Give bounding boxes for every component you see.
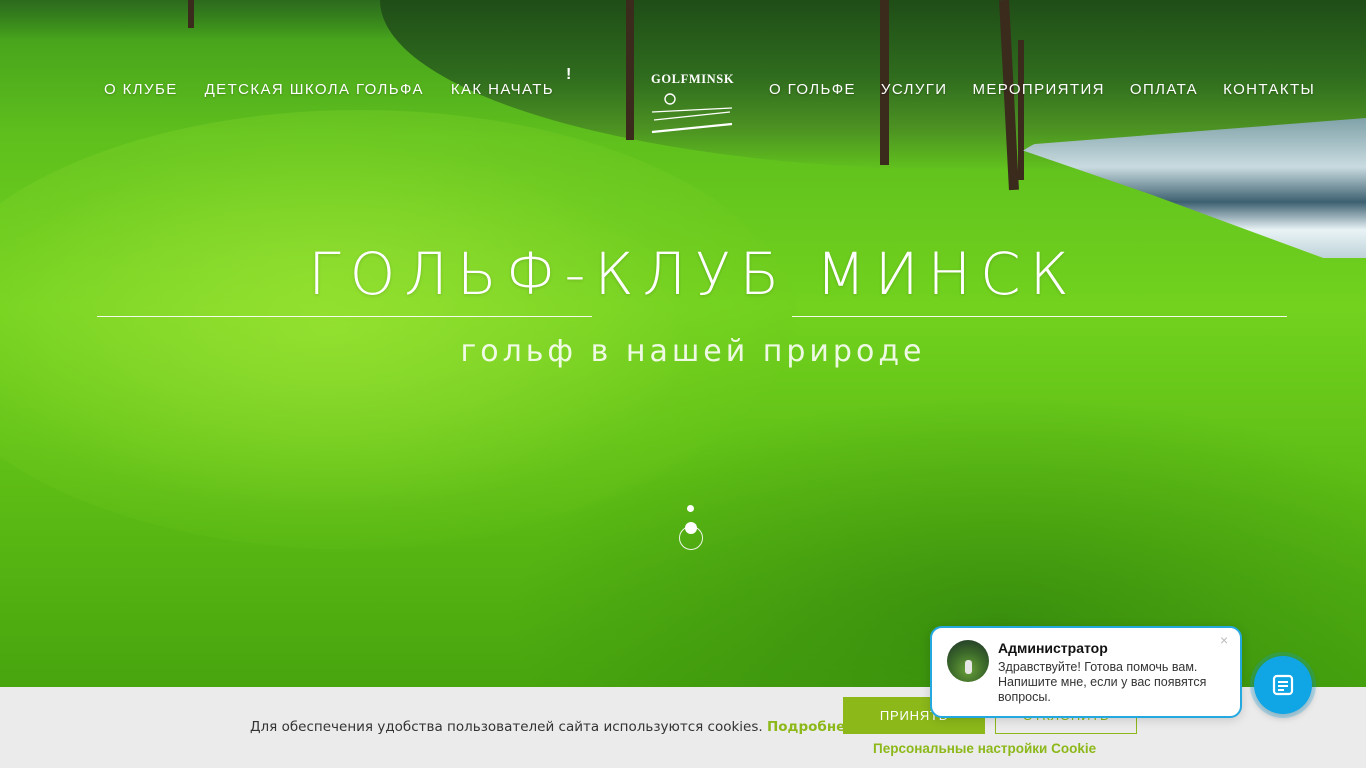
nav-left: О КЛУБЕ ДЕТСКАЯ ШКОЛА ГОЛЬФА КАК НАЧАТЬ <box>104 78 581 100</box>
hero-title: ГОЛЬФ-КЛУБ МИНСК <box>308 240 1078 308</box>
scroll-down-indicator[interactable] <box>676 502 706 552</box>
scroll-ring-icon <box>679 526 703 550</box>
hero-divider-right <box>792 316 1287 317</box>
nav-item-how-to-start[interactable]: КАК НАЧАТЬ <box>451 81 554 98</box>
nav-right: О ГОЛЬФЕ УСЛУГИ МЕРОПРИЯТИЯ ОПЛАТА КОНТА… <box>769 78 1340 100</box>
chat-agent-name: Администратор <box>998 640 1108 656</box>
chat-popup[interactable]: Администратор Здравствуйте! Готова помоч… <box>930 626 1242 718</box>
nav-item-services[interactable]: УСЛУГИ <box>881 81 948 98</box>
nav-item-payment[interactable]: ОПЛАТА <box>1130 81 1198 98</box>
putting-green <box>0 110 800 550</box>
tree-trunk <box>626 0 634 140</box>
nav-item-contacts[interactable]: КОНТАКТЫ <box>1223 81 1315 98</box>
hero-subtitle: гольф в нашей природе <box>460 334 926 369</box>
nav-badge: ! <box>566 66 572 83</box>
cookie-settings-link[interactable]: Персональные настройки Cookie <box>873 741 1096 756</box>
nav-item-about-club[interactable]: О КЛУБЕ <box>104 81 178 98</box>
cookie-message: Для обеспечения удобства пользователей с… <box>250 719 854 735</box>
chat-message: Здравствуйте! Готова помочь вам. Напишит… <box>998 660 1207 704</box>
chat-launcher-button[interactable] <box>1254 656 1312 714</box>
nav-item-kids-school[interactable]: ДЕТСКАЯ ШКОЛА ГОЛЬФА <box>205 81 424 98</box>
hero-divider-left <box>97 316 592 317</box>
cookie-text: Для обеспечения удобства пользователей с… <box>250 719 763 735</box>
close-icon[interactable]: × <box>1220 632 1228 648</box>
nav-item-about-golf[interactable]: О ГОЛЬФЕ <box>769 81 856 98</box>
cookie-more-link[interactable]: Подробнее <box>767 719 854 735</box>
site-logo[interactable]: GOLFMINSK <box>648 72 738 138</box>
tree-trunk <box>188 0 194 28</box>
logo-mark-icon <box>651 93 733 134</box>
nav-item-events[interactable]: МЕРОПРИЯТИЯ <box>972 81 1104 98</box>
logo-text: GOLFMINSK <box>651 72 735 86</box>
scroll-dot-icon <box>687 505 694 512</box>
avatar <box>947 640 989 682</box>
tree-trunk <box>1018 40 1024 180</box>
chat-icon <box>1272 674 1294 696</box>
